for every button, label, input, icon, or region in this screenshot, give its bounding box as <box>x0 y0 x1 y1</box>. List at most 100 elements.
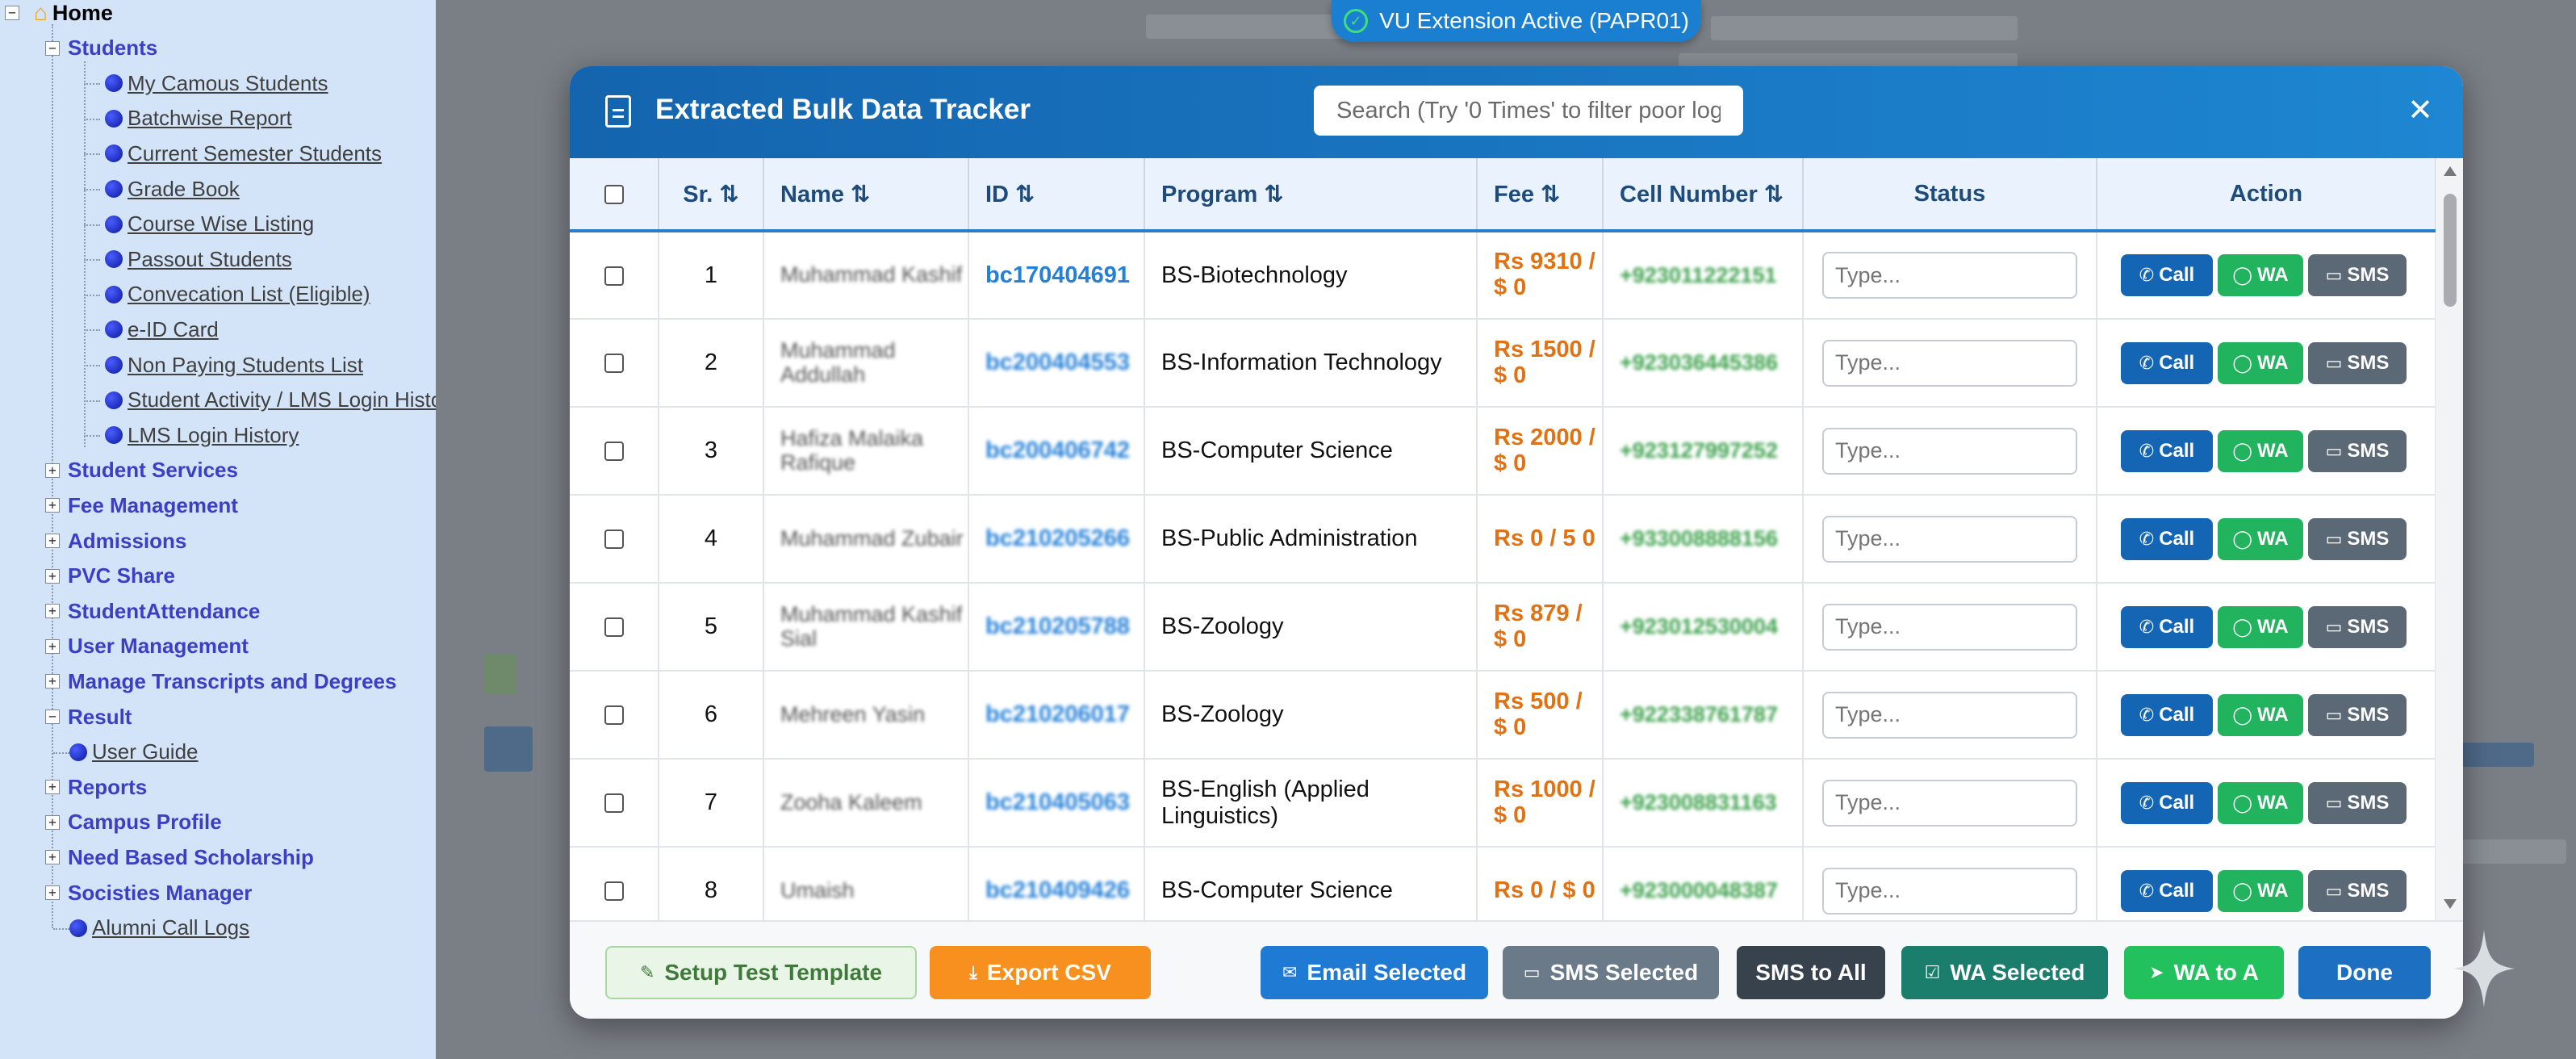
wa-selected-button[interactable]: ☑ WA Selected <box>1901 946 2108 999</box>
close-icon[interactable]: ✕ <box>2402 92 2439 129</box>
sidebar-category-toggle[interactable]: + <box>45 780 60 795</box>
sms-button[interactable]: ▭ SMS <box>2308 605 2407 648</box>
student-id[interactable]: bc170404691 <box>985 262 1130 288</box>
row-checkbox[interactable] <box>604 793 624 814</box>
whatsapp-button[interactable]: ◯ WA <box>2218 341 2303 384</box>
sidebar-item[interactable]: Grade Book <box>105 173 240 205</box>
sidebar-item[interactable]: LMS Login History <box>105 419 299 451</box>
sidebar-category[interactable]: Need Based Scholarship <box>68 841 314 873</box>
sidebar-item[interactable]: Passout Students <box>105 243 292 275</box>
student-id[interactable]: bc210205788 <box>985 613 1130 639</box>
sidebar-category[interactable]: Manage Transcripts and Degrees <box>68 665 396 697</box>
row-checkbox[interactable] <box>604 881 624 902</box>
student-id[interactable]: bc200406742 <box>985 437 1130 463</box>
sidebar-category[interactable]: Reports <box>68 771 147 803</box>
call-button[interactable]: ✆ Call <box>2121 517 2213 560</box>
sidebar-item[interactable]: Non Paying Students List <box>105 349 363 381</box>
status-input[interactable] <box>1822 252 2077 299</box>
whatsapp-button[interactable]: ◯ WA <box>2218 254 2303 296</box>
sidebar-category[interactable]: StudentAttendance <box>68 595 260 627</box>
status-input[interactable] <box>1822 339 2077 387</box>
sidebar-students-toggle[interactable]: − <box>45 40 60 56</box>
email-selected-button[interactable]: ✉ Email Selected <box>1261 946 1488 999</box>
sidebar-category[interactable]: Admissions <box>68 525 186 557</box>
sidebar-item[interactable]: e-ID Card <box>105 313 219 345</box>
sidebar-category-toggle[interactable]: + <box>45 604 60 619</box>
sidebar-item[interactable]: Course Wise Listing <box>105 208 314 241</box>
select-all-checkbox[interactable] <box>604 184 624 204</box>
status-input[interactable] <box>1822 603 2077 651</box>
sidebar-category-toggle[interactable]: + <box>45 850 60 865</box>
sidebar-item[interactable]: User Guide <box>69 736 199 768</box>
table-scrollbar[interactable] <box>2436 158 2463 920</box>
call-button[interactable]: ✆ Call <box>2121 781 2213 824</box>
call-button[interactable]: ✆ Call <box>2121 341 2213 384</box>
sidebar-category[interactable]: User Management <box>68 630 249 663</box>
sidebar-item-alumni-call-logs[interactable]: Alumni Call Logs <box>69 912 249 944</box>
col-program[interactable]: Program ⇅ <box>1144 158 1478 232</box>
sms-button[interactable]: ▭ SMS <box>2308 517 2407 560</box>
whatsapp-button[interactable]: ◯ WA <box>2218 429 2303 472</box>
sms-button[interactable]: ▭ SMS <box>2308 781 2407 824</box>
student-id[interactable]: bc200404553 <box>985 350 1130 375</box>
student-id[interactable]: bc210206017 <box>985 701 1130 727</box>
sms-button[interactable]: ▭ SMS <box>2308 869 2407 912</box>
whatsapp-button[interactable]: ◯ WA <box>2218 517 2303 560</box>
status-input[interactable] <box>1822 427 2077 475</box>
sms-button[interactable]: ▭ SMS <box>2308 341 2407 384</box>
call-button[interactable]: ✆ Call <box>2121 693 2213 736</box>
student-id[interactable]: bc210409426 <box>985 877 1130 903</box>
col-sr[interactable]: Sr. ⇅ <box>659 158 764 232</box>
col-fee[interactable]: Fee ⇅ <box>1477 158 1604 232</box>
search-input[interactable] <box>1314 86 1743 136</box>
sidebar-result-toggle[interactable]: − <box>45 709 60 724</box>
col-id[interactable]: ID ⇅ <box>968 158 1145 232</box>
row-checkbox[interactable] <box>604 530 624 550</box>
status-input[interactable] <box>1822 867 2077 915</box>
scroll-thumb[interactable] <box>2444 194 2457 307</box>
col-name[interactable]: Name ⇅ <box>763 158 969 232</box>
call-button[interactable]: ✆ Call <box>2121 429 2213 472</box>
sidebar-category-toggle[interactable]: + <box>45 814 60 830</box>
sidebar-students[interactable]: Students <box>68 32 157 65</box>
sms-button[interactable]: ▭ SMS <box>2308 693 2407 736</box>
sidebar-item[interactable]: Student Activity / LMS Login History <box>105 384 436 416</box>
student-id[interactable]: bc210405063 <box>985 789 1130 815</box>
row-checkbox[interactable] <box>604 354 624 374</box>
sidebar-category-toggle[interactable]: + <box>45 674 60 689</box>
col-cell[interactable]: Cell Number ⇅ <box>1603 158 1804 232</box>
row-checkbox[interactable] <box>604 266 624 286</box>
sidebar-category-toggle[interactable]: + <box>45 638 60 654</box>
sidebar-category[interactable]: PVC Share <box>68 560 175 592</box>
call-button[interactable]: ✆ Call <box>2121 869 2213 912</box>
sidebar-category-toggle[interactable]: + <box>45 498 60 513</box>
sidebar-item[interactable]: Current Semester Students <box>105 137 382 170</box>
sidebar-home[interactable]: ⌂ Home <box>34 0 113 29</box>
sms-button[interactable]: ▭ SMS <box>2308 254 2407 296</box>
sidebar-category-toggle[interactable]: + <box>45 463 60 478</box>
sidebar-item[interactable]: My Camous Students <box>105 67 328 99</box>
whatsapp-button[interactable]: ◯ WA <box>2218 781 2303 824</box>
sidebar-item[interactable]: Batchwise Report <box>105 103 292 135</box>
whatsapp-button[interactable]: ◯ WA <box>2218 869 2303 912</box>
call-button[interactable]: ✆ Call <box>2121 254 2213 296</box>
sidebar-category[interactable]: Student Services <box>68 454 238 487</box>
done-button[interactable]: Done <box>2298 946 2431 999</box>
sidebar-home-toggle[interactable]: − <box>5 6 19 20</box>
sidebar-category[interactable]: Socisties Manager <box>68 877 252 909</box>
sidebar-category[interactable]: Fee Management <box>68 489 238 521</box>
row-checkbox[interactable] <box>604 442 624 462</box>
sidebar-category[interactable]: Campus Profile <box>68 806 222 839</box>
sidebar-category-toggle[interactable]: + <box>45 534 60 548</box>
row-checkbox[interactable] <box>604 705 624 726</box>
sidebar-result[interactable]: Result <box>68 701 132 733</box>
status-input[interactable] <box>1822 691 2077 739</box>
whatsapp-button[interactable]: ◯ WA <box>2218 693 2303 736</box>
status-input[interactable] <box>1822 779 2077 827</box>
scroll-up-arrow[interactable] <box>2444 166 2457 176</box>
sidebar-item[interactable]: Convecation List (Eligible) <box>105 278 370 311</box>
scroll-down-arrow[interactable] <box>2444 899 2457 909</box>
setup-test-template-button[interactable]: ✎ Setup Test Template <box>605 946 917 999</box>
sms-selected-button[interactable]: ▭ SMS Selected <box>1503 946 1719 999</box>
wa-to-all-button[interactable]: ➤ WA to A <box>2124 946 2284 999</box>
